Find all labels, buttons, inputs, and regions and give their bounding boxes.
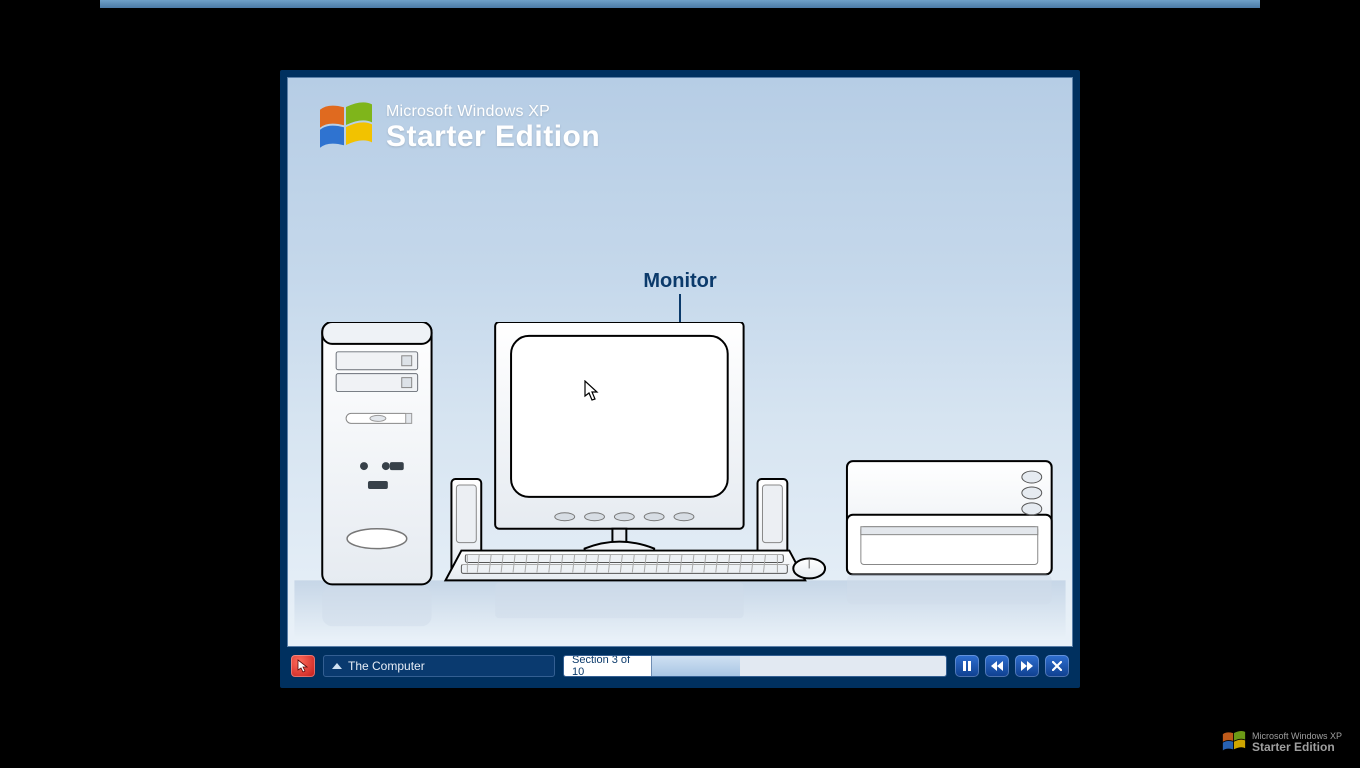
hardware-svg (294, 322, 1066, 640)
top-border-strip (100, 0, 1260, 8)
pointer-mode-button[interactable] (291, 655, 315, 677)
brand-super-text: Microsoft Windows XP (386, 104, 600, 121)
watermark-main: Starter Edition (1252, 741, 1342, 753)
section-title-text: The Computer (348, 659, 425, 673)
brand-header: Microsoft Windows XP Starter Edition (318, 100, 600, 156)
close-button[interactable] (1045, 655, 1069, 677)
expand-triangle-icon (332, 663, 342, 669)
progress-fill (652, 656, 740, 676)
section-title-display[interactable]: The Computer (323, 655, 555, 677)
mouse-cursor-icon (584, 380, 600, 402)
playback-controls: The Computer Section 3 of 10 (287, 651, 1073, 681)
tutorial-window: Microsoft Windows XP Starter Edition Mon… (280, 70, 1080, 688)
progress-bar[interactable]: Section 3 of 10 (563, 655, 947, 677)
windows-flag-icon (1222, 730, 1246, 754)
content-canvas: Microsoft Windows XP Starter Edition Mon… (287, 77, 1073, 647)
forward-button[interactable] (1015, 655, 1039, 677)
brand-main-text: Starter Edition (386, 121, 600, 153)
rewind-button[interactable] (985, 655, 1009, 677)
pause-button[interactable] (955, 655, 979, 677)
windows-flag-icon (318, 100, 374, 156)
diagram-label: Monitor (643, 270, 716, 293)
progress-label: Section 3 of 10 (564, 656, 652, 676)
hardware-diagram (294, 322, 1066, 640)
diagram-pointer-line (679, 294, 681, 322)
desktop-watermark: Microsoft Windows XP Starter Edition (1222, 730, 1342, 754)
